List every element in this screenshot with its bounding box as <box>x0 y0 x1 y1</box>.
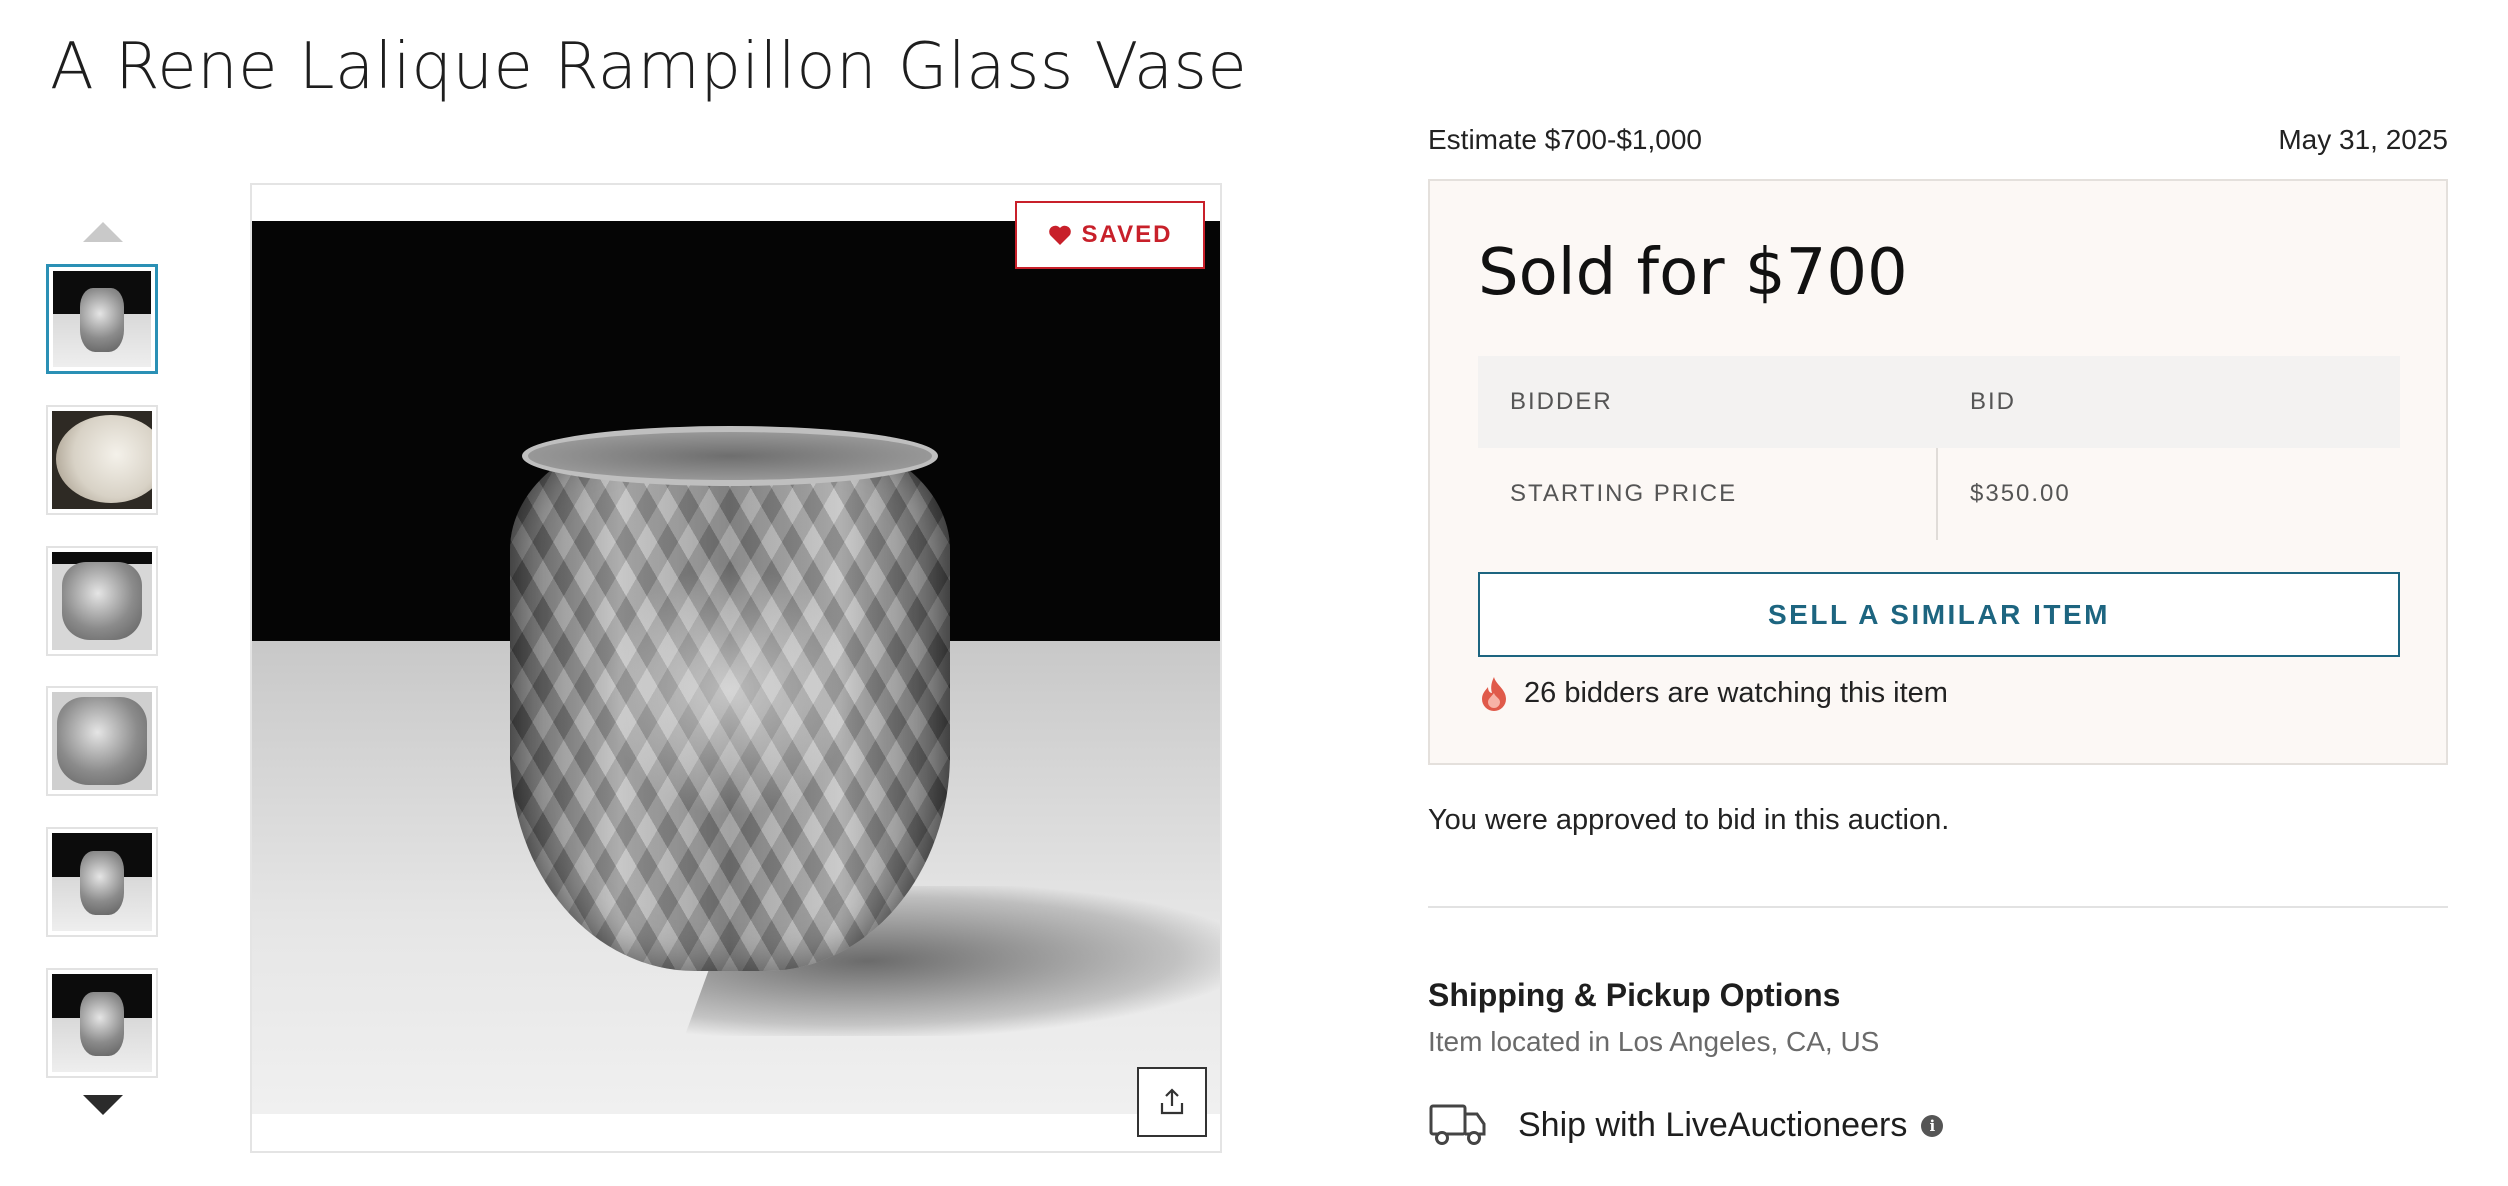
bid-history-table: BIDDER BID STARTING PRICE $350.00 <box>1478 356 2400 540</box>
bidder-cell: STARTING PRICE <box>1478 448 1938 540</box>
table-row: STARTING PRICE $350.00 <box>1478 448 2400 540</box>
thumbnail-image <box>52 833 152 931</box>
main-product-image[interactable] <box>252 221 1220 1114</box>
flame-icon <box>1482 677 1506 711</box>
lot-title: A Rene Lalique Rampillon Glass Vase <box>50 30 1248 104</box>
thumbnail-3[interactable] <box>46 546 158 656</box>
watchers-text: 26 bidders are watching this item <box>1524 676 1948 709</box>
estimate-text: Estimate $700-$1,000 <box>1428 124 1702 155</box>
sold-price: Sold for $700 <box>1478 236 1908 310</box>
saved-label: SAVED <box>1081 221 1173 248</box>
shipping-option: Ship with LiveAuctioneers i <box>1428 1098 1944 1153</box>
auction-result-panel: Sold for $700 BIDDER BID STARTING PRICE … <box>1428 179 2448 765</box>
thumbnail-image <box>52 552 152 650</box>
shipping-heading: Shipping & Pickup Options <box>1428 977 1841 1013</box>
share-icon <box>1160 1088 1184 1115</box>
thumbnail-5[interactable] <box>46 827 158 937</box>
divider <box>1428 906 2448 908</box>
sale-date: May 31, 2025 <box>2278 124 2448 155</box>
thumbnails-prev-icon[interactable] <box>83 222 123 242</box>
bid-column-header: BID <box>1970 388 2017 415</box>
main-image-frame: SAVED <box>250 183 1222 1153</box>
ship-option-label: Ship with LiveAuctioneers <box>1518 1106 1908 1144</box>
sell-similar-item-button[interactable]: SELL A SIMILAR ITEM <box>1478 572 2400 657</box>
thumbnail-image <box>52 974 152 1072</box>
bid-table-header: BIDDER BID <box>1478 356 2400 448</box>
approval-status: You were approved to bid in this auction… <box>1428 804 1950 836</box>
truck-icon <box>1428 1098 1488 1153</box>
thumbnail-image <box>52 692 152 790</box>
thumbnail-4[interactable] <box>46 686 158 796</box>
thumbnail-image <box>52 411 152 509</box>
saved-button[interactable]: SAVED <box>1015 201 1205 269</box>
info-icon[interactable]: i <box>1921 1114 1944 1137</box>
thumbnail-1[interactable] <box>46 264 158 374</box>
thumbnail-2[interactable] <box>46 405 158 515</box>
bid-cell: $350.00 <box>1970 480 2071 507</box>
bidder-column-header: BIDDER <box>1510 388 1613 415</box>
share-button[interactable] <box>1137 1067 1207 1137</box>
thumbnails-next-icon[interactable] <box>83 1095 123 1115</box>
watchers-notice: 26 bidders are watching this item <box>1478 675 1948 711</box>
heart-icon <box>1048 225 1071 245</box>
thumbnail-image <box>53 271 151 367</box>
thumbnail-6[interactable] <box>46 968 158 1078</box>
item-location: Item located in Los Angeles, CA, US <box>1428 1026 1880 1057</box>
